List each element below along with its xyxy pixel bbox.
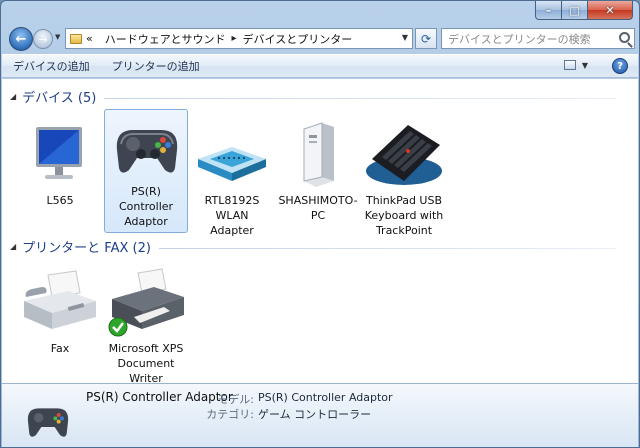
maximize-icon: □ [569, 3, 580, 17]
folder-icon [70, 33, 82, 44]
computer-tower-icon [276, 119, 360, 191]
device-item-shashimoto-pc[interactable]: SHASHIMOTO-PC [276, 119, 360, 225]
device-label: SHASHIMOTO-PC [278, 194, 358, 222]
address-history-chevron[interactable]: « [86, 32, 93, 45]
close-icon: ✕ [605, 3, 615, 17]
group-title: プリンターと FAX (2) [22, 241, 151, 256]
forward-arrow-icon: → [38, 32, 48, 46]
breadcrumb-hardware-and-sound[interactable]: ハードウェアとサウンド [105, 31, 226, 47]
view-icon [563, 60, 576, 70]
details-model-row: モデル: PS(R) Controller Adaptor [188, 391, 393, 407]
back-arrow-icon: ← [15, 31, 27, 47]
command-bar: デバイスの追加 プリンターの追加 ▼ ? [2, 54, 638, 78]
group-header-devices[interactable]: ◢ デバイス (5) [10, 87, 616, 106]
device-label: RTL8192S WLAN Adapter [204, 194, 260, 237]
details-model-value: PS(R) Controller Adaptor [258, 391, 393, 404]
printer-item-microsoft-xps-document-writer[interactable]: Microsoft XPS Document Writer [104, 267, 188, 388]
help-icon: ? [617, 60, 623, 72]
group-divider [158, 247, 616, 249]
breadcrumb-devices-and-printers[interactable]: デバイスとプリンター [243, 31, 353, 47]
address-bar[interactable]: « ハードウェアとサウンド ▸ デバイスとプリンター ▼ [65, 28, 413, 49]
device-list-pane: ◢ デバイス (5) L565 PS(R) Controller Adaptor… [2, 79, 638, 385]
device-item-rtl8192s-wlan-adapter[interactable]: RTL8192S WLAN Adapter [190, 119, 274, 240]
device-item-l565[interactable]: L565 [18, 119, 102, 210]
refresh-icon: ⟳ [420, 31, 432, 46]
device-label: L565 [46, 194, 74, 207]
printer-label: Microsoft XPS Document Writer [108, 342, 184, 385]
fax-icon [18, 267, 102, 339]
minimize-button[interactable]: – [535, 1, 562, 20]
caption-buttons: – □ ✕ [535, 1, 633, 20]
gamepad-icon [20, 394, 76, 444]
breadcrumb-separator-icon[interactable]: ▸ [232, 33, 237, 44]
device-item-thinkpad-usb-keyboard[interactable]: ThinkPad USB Keyboard with TrackPoint [362, 119, 446, 240]
details-model-label: モデル: [217, 393, 254, 406]
printer-label: Fax [50, 342, 70, 355]
gamepad-icon [105, 110, 187, 182]
devices-and-printers-window: – □ ✕ ← → ▼ « ハードウェアとサウンド ▸ デバイスとプリンター ▼… [0, 0, 640, 448]
search-placeholder: デバイスとプリンターの検索 [448, 32, 591, 46]
device-label: PS(R) Controller Adaptor [118, 185, 174, 228]
printer-icon [104, 267, 188, 339]
add-printer-button[interactable]: プリンターの追加 [101, 55, 211, 77]
back-button[interactable]: ← [9, 27, 33, 51]
chevron-down-icon: ▼ [55, 33, 61, 41]
group-header-printers-and-faxes[interactable]: ◢ プリンターと FAX (2) [10, 237, 616, 256]
close-button[interactable]: ✕ [588, 1, 633, 20]
minimize-icon: – [545, 3, 552, 17]
change-view-button[interactable]: ▼ [563, 60, 588, 70]
chevron-down-icon: ▼ [581, 60, 588, 70]
address-dropdown-icon[interactable]: ▼ [402, 33, 408, 42]
group-title: デバイス (5) [22, 91, 97, 106]
forward-button[interactable]: → [33, 29, 53, 49]
search-input[interactable]: デバイスとプリンターの検索 [441, 28, 635, 49]
collapse-triangle-icon: ◢ [10, 92, 17, 101]
keyboard-icon [362, 119, 446, 191]
monitor-icon [18, 119, 102, 191]
search-icon [619, 32, 630, 43]
default-printer-check-icon [108, 317, 128, 337]
add-device-button[interactable]: デバイスの追加 [2, 55, 101, 77]
wlan-adapter-icon [190, 119, 274, 191]
printer-item-fax[interactable]: Fax [18, 267, 102, 358]
details-category-label: カテゴリ: [206, 408, 254, 421]
device-item-ps-controller-adaptor[interactable]: PS(R) Controller Adaptor [104, 109, 188, 233]
details-category-value: ゲーム コントローラー [258, 408, 372, 421]
help-button[interactable]: ? [612, 58, 628, 74]
device-label: ThinkPad USB Keyboard with TrackPoint [364, 194, 444, 237]
maximize-button[interactable]: □ [562, 1, 588, 20]
recent-pages-button[interactable]: ▼ [55, 33, 60, 41]
details-category-row: カテゴリ: ゲーム コントローラー [188, 406, 371, 422]
collapse-triangle-icon: ◢ [10, 242, 17, 251]
details-pane: PS(R) Controller Adaptor モデル: PS(R) Cont… [2, 383, 638, 447]
group-divider [104, 97, 616, 99]
refresh-button[interactable]: ⟳ [415, 28, 437, 49]
